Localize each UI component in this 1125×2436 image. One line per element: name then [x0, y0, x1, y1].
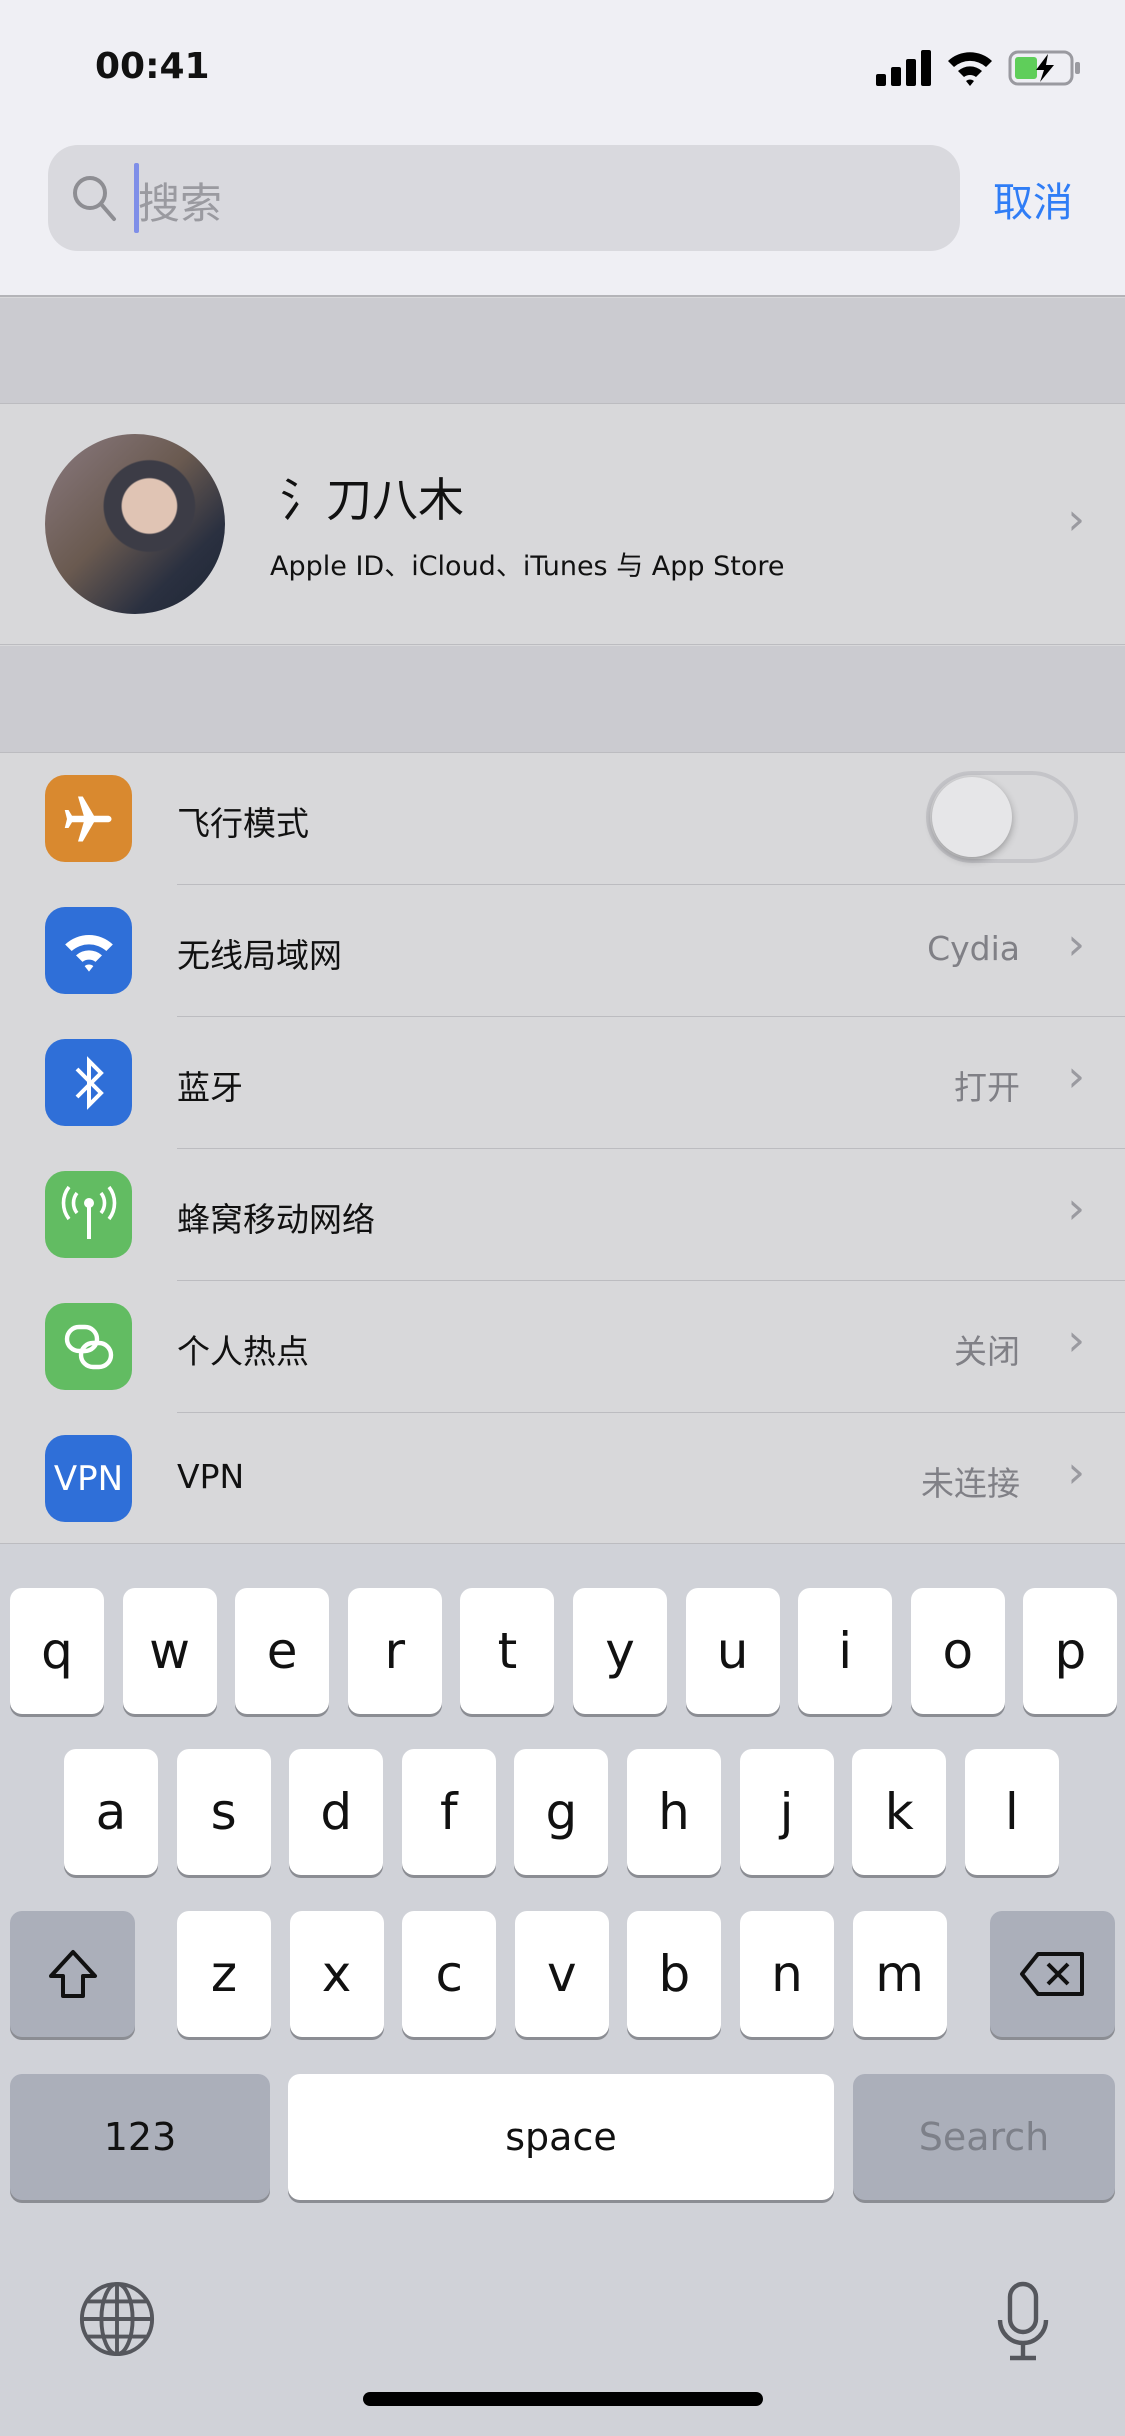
settings-row-hotspot[interactable]: 个人热点 关闭 › [0, 1281, 1125, 1413]
globe-icon[interactable] [78, 2280, 156, 2358]
key-e[interactable]: e [235, 1588, 330, 1714]
key-l[interactable]: l [964, 1749, 1059, 1875]
settings-row-bluetooth[interactable]: 蓝牙 打开 › [0, 1017, 1125, 1149]
key-v[interactable]: v [514, 1911, 609, 2037]
wifi-icon [948, 52, 992, 86]
settings-label: VPN [177, 1457, 245, 1496]
battery-charging-icon [1008, 50, 1080, 86]
apple-id-row[interactable]: 氵刀八木 Apple ID、iCloud、iTunes 与 App Store … [0, 403, 1125, 645]
chevron-right-icon: › [1067, 1183, 1085, 1234]
chevron-right-icon: › [1067, 1315, 1085, 1366]
key-i[interactable]: i [798, 1588, 893, 1714]
numbers-key[interactable]: 123 [10, 2074, 270, 2200]
search-icon [73, 176, 116, 221]
settings-row-vpn[interactable]: VPN VPN 未连接 › [0, 1413, 1125, 1545]
settings-label: 个人热点 [177, 1332, 309, 1371]
shift-icon [48, 1950, 97, 1998]
delete-key[interactable] [990, 1911, 1115, 2037]
airplane-icon [45, 775, 132, 862]
key-t[interactable]: t [460, 1588, 555, 1714]
hotspot-icon [45, 1303, 132, 1390]
profile-subtitle: Apple ID、iCloud、iTunes 与 App Store [270, 551, 785, 582]
airplane-mode-toggle[interactable] [926, 771, 1078, 863]
key-x[interactable]: x [289, 1911, 384, 2037]
settings-label: 蓝牙 [177, 1068, 243, 1107]
profile-name: 氵刀八木 [280, 473, 464, 527]
settings-value: 关闭 [954, 1332, 1020, 1371]
section-spacer [0, 298, 1125, 403]
settings-row-wifi[interactable]: 无线局域网 Cydia › [0, 885, 1125, 1017]
key-k[interactable]: k [852, 1749, 947, 1875]
microphone-icon[interactable] [996, 2280, 1050, 2362]
key-b[interactable]: b [627, 1911, 722, 2037]
space-key[interactable]: space [288, 2074, 834, 2200]
key-a[interactable]: a [64, 1749, 158, 1875]
signal-icon [876, 50, 931, 86]
key-q[interactable]: q [10, 1588, 104, 1714]
status-time: 00:41 [95, 46, 210, 87]
home-indicator[interactable] [363, 2392, 763, 2406]
key-c[interactable]: c [402, 1911, 497, 2037]
toggle-knob [932, 777, 1012, 857]
backspace-icon [1019, 1952, 1084, 1996]
key-p[interactable]: p [1023, 1588, 1118, 1714]
vpn-icon: VPN [45, 1435, 132, 1522]
avatar [45, 434, 225, 614]
settings-row-airplane[interactable]: 飞行模式 [0, 753, 1125, 885]
key-f[interactable]: f [401, 1749, 496, 1875]
key-s[interactable]: s [176, 1749, 271, 1875]
header: 00:41 搜索 取消 [0, 0, 1125, 297]
key-y[interactable]: y [573, 1588, 667, 1714]
keyboard: qwertyuiop asdfghjkl zxcvbnm 123 space S… [0, 1543, 1125, 2436]
key-o[interactable]: o [910, 1588, 1005, 1714]
key-h[interactable]: h [627, 1749, 721, 1875]
settings-value: 未连接 [921, 1464, 1020, 1503]
antenna-icon [45, 1171, 132, 1258]
search-key[interactable]: Search [853, 2074, 1115, 2200]
key-m[interactable]: m [852, 1911, 947, 2037]
chevron-right-icon: › [1067, 1051, 1085, 1102]
key-z[interactable]: z [177, 1911, 271, 2037]
key-j[interactable]: j [739, 1749, 834, 1875]
search-placeholder: 搜索 [138, 179, 223, 228]
chevron-right-icon: › [1067, 919, 1085, 970]
wifi-icon [45, 907, 132, 994]
key-r[interactable]: r [347, 1588, 442, 1714]
settings-label: 蜂窝移动网络 [177, 1200, 375, 1239]
settings-label: 无线局域网 [177, 936, 342, 975]
search-field[interactable]: 搜索 [48, 145, 960, 251]
chevron-right-icon: › [1067, 1447, 1085, 1498]
settings-row-cellular[interactable]: 蜂窝移动网络 › [0, 1149, 1125, 1281]
cancel-button[interactable]: 取消 [993, 170, 1073, 228]
settings-list: 飞行模式 无线局域网 Cydia › 蓝牙 打开 › 蜂窝移动网络 › 个人热点… [0, 752, 1125, 1542]
key-n[interactable]: n [740, 1911, 834, 2037]
key-w[interactable]: w [122, 1588, 217, 1714]
key-u[interactable]: u [685, 1588, 780, 1714]
key-g[interactable]: g [514, 1749, 609, 1875]
shift-key[interactable] [10, 1911, 135, 2037]
chevron-right-icon: › [1067, 494, 1085, 545]
key-d[interactable]: d [289, 1749, 384, 1875]
settings-label: 飞行模式 [177, 804, 309, 843]
bluetooth-icon [45, 1039, 132, 1126]
section-spacer [0, 646, 1125, 752]
settings-value: 打开 [954, 1068, 1020, 1107]
settings-value: Cydia [927, 929, 1020, 968]
